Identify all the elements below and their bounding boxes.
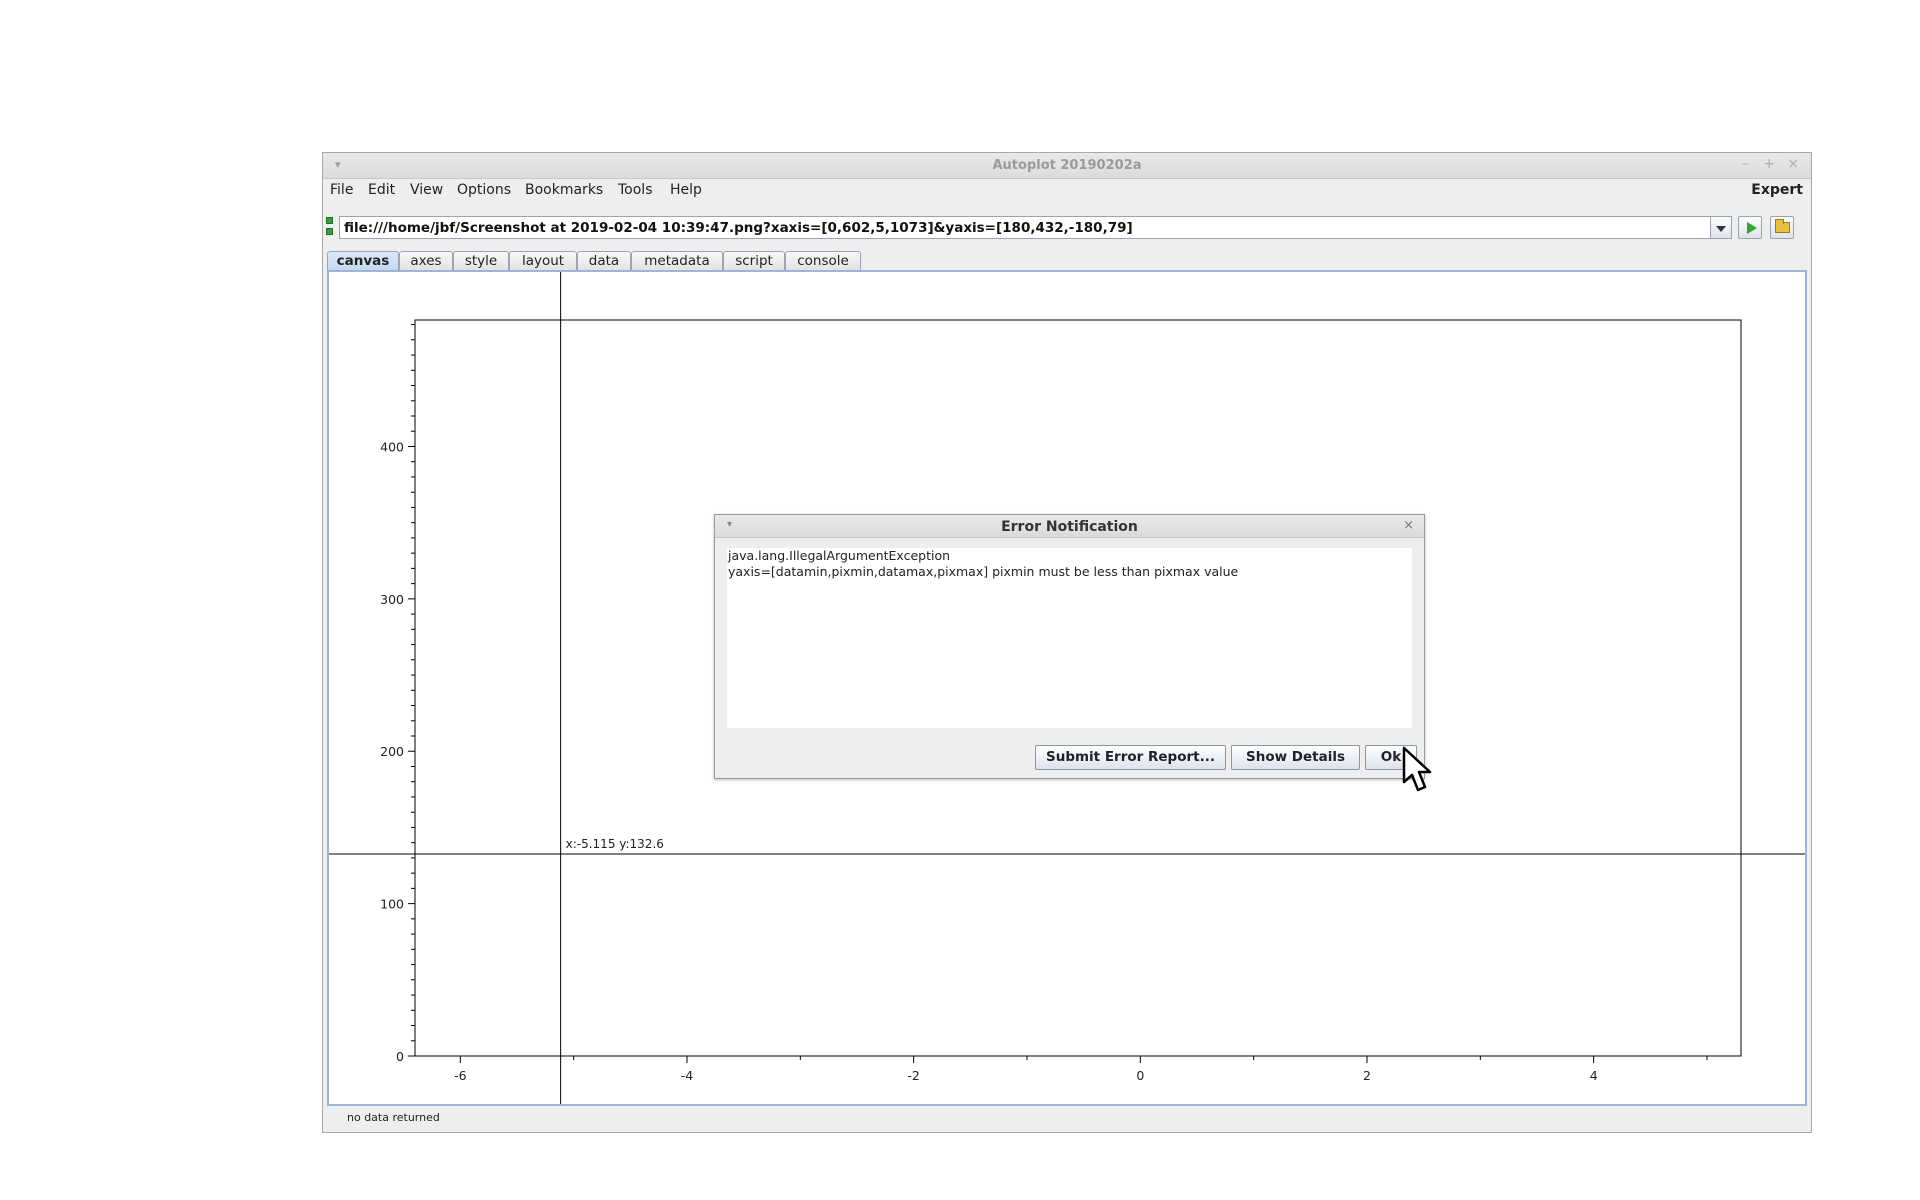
address-bar: file:///home/jbf/Screenshot at 2019-02-0… xyxy=(323,213,1811,241)
error-line: java.lang.IllegalArgumentException xyxy=(728,548,951,563)
tab-layout[interactable]: layout xyxy=(509,251,577,270)
x-tick-label: 2 xyxy=(1363,1068,1371,1083)
dialog-title: Error Notification xyxy=(1001,519,1138,535)
menu-file[interactable]: File xyxy=(330,182,353,198)
menu-options[interactable]: Options xyxy=(457,182,511,198)
dialog-close-icon[interactable]: × xyxy=(1403,518,1414,533)
maximize-icon[interactable]: + xyxy=(1763,156,1775,172)
y-tick-label: 100 xyxy=(380,897,404,912)
menu-help[interactable]: Help xyxy=(670,182,702,198)
y-tick-label: 200 xyxy=(380,744,404,759)
menubar: File Edit View Options Bookmarks Tools H… xyxy=(323,179,1811,201)
menu-bookmarks[interactable]: Bookmarks xyxy=(525,182,603,198)
error-message-area[interactable]: java.lang.IllegalArgumentException yaxis… xyxy=(727,548,1412,728)
menu-tools[interactable]: Tools xyxy=(618,182,653,198)
uri-history-dropdown[interactable] xyxy=(1710,216,1732,239)
dialog-titlebar[interactable]: ▾ Error Notification × xyxy=(715,515,1424,538)
go-button[interactable] xyxy=(1738,216,1762,239)
y-tick-label: 300 xyxy=(380,592,404,607)
expert-mode-label[interactable]: Expert xyxy=(1751,182,1803,198)
x-tick-label: -4 xyxy=(681,1068,694,1083)
tab-style[interactable]: style xyxy=(453,251,509,270)
error-line: yaxis=[datamin,pixmin,datamax,pixmax] pi… xyxy=(728,564,1239,579)
x-tick-label: -2 xyxy=(907,1068,919,1083)
y-tick-label: 0 xyxy=(396,1049,404,1064)
window-title: Autoplot 20190202a xyxy=(992,158,1142,173)
tab-script[interactable]: script xyxy=(723,251,785,270)
tab-data[interactable]: data xyxy=(577,251,631,270)
window-titlebar[interactable]: ▾ Autoplot 20190202a – + × xyxy=(323,153,1811,179)
tab-canvas[interactable]: canvas xyxy=(327,251,399,270)
error-dialog: ▾ Error Notification × java.lang.Illegal… xyxy=(714,514,1425,779)
submit-error-report-button[interactable]: Submit Error Report... xyxy=(1035,745,1226,770)
y-tick-label: 400 xyxy=(380,439,404,454)
crosshair-readout: x:-5.115 y:132.6 xyxy=(566,837,664,851)
drag-handle-icon[interactable] xyxy=(326,217,333,237)
x-tick-label: 0 xyxy=(1136,1068,1144,1083)
tab-console[interactable]: console xyxy=(785,251,861,270)
tab-axes[interactable]: axes xyxy=(399,251,453,270)
tab-metadata[interactable]: metadata xyxy=(631,251,723,270)
show-details-button[interactable]: Show Details xyxy=(1231,745,1360,770)
status-text: no data returned xyxy=(347,1111,440,1124)
menu-view[interactable]: View xyxy=(410,182,443,198)
x-tick-label: -6 xyxy=(454,1068,467,1083)
minimize-icon[interactable]: – xyxy=(1742,156,1749,172)
browse-button[interactable] xyxy=(1770,216,1794,239)
close-icon[interactable]: × xyxy=(1787,156,1799,172)
play-icon xyxy=(1747,222,1757,234)
mouse-cursor-icon xyxy=(1402,746,1432,792)
x-tick-label: 4 xyxy=(1590,1068,1598,1083)
folder-icon xyxy=(1775,219,1790,233)
uri-input[interactable]: file:///home/jbf/Screenshot at 2019-02-0… xyxy=(339,216,1727,239)
menu-edit[interactable]: Edit xyxy=(368,182,395,198)
